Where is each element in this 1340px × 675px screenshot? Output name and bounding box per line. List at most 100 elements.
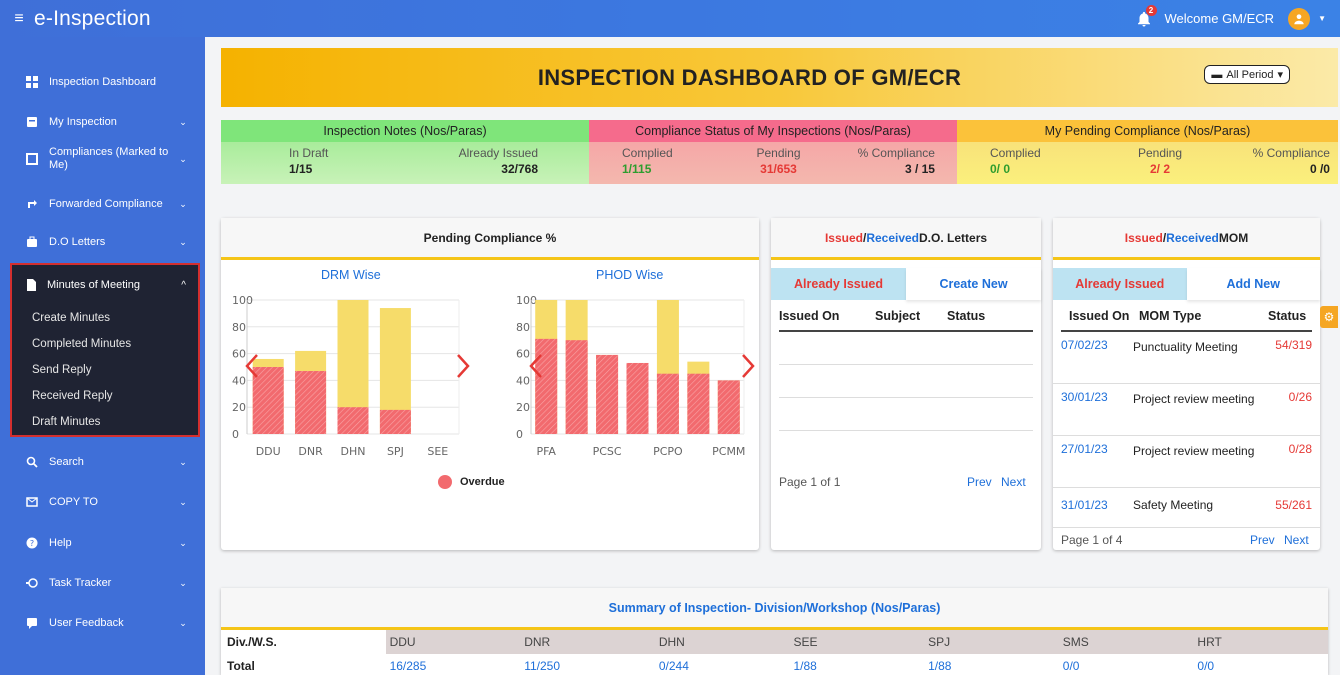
phod-wise-title: PHOD Wise: [596, 268, 664, 282]
table-row[interactable]: 27/01/23 Project review meeting 0/28: [1053, 436, 1320, 488]
stat-percent-compliance[interactable]: % Compliance 3 / 15: [833, 142, 957, 184]
period-dropdown[interactable]: ▬ All Period ▾: [1204, 65, 1290, 84]
column-header: DHN: [658, 635, 685, 649]
card-title: Issued / Received D.O. Letters: [771, 218, 1041, 260]
submenu-send-reply[interactable]: Send Reply: [12, 357, 198, 383]
chevron-down-icon: ⌄: [179, 198, 187, 209]
sidebar-item-search[interactable]: Search ⌄: [0, 452, 205, 472]
summary-cell[interactable]: 1/88: [924, 659, 1059, 673]
sidebar-item-compliances[interactable]: Compliances (Marked to Me) ⌄: [0, 145, 205, 173]
submenu-draft-minutes[interactable]: Draft Minutes: [12, 409, 198, 435]
user-menu-caret-icon[interactable]: ▼: [1318, 14, 1326, 23]
tab-create-new[interactable]: Create New: [906, 268, 1041, 300]
summary-cell[interactable]: 16/285: [386, 659, 521, 673]
chart-legend: Overdue: [438, 475, 505, 489]
mom-date[interactable]: 27/01/23: [1061, 442, 1123, 456]
title-issued: Issued: [824, 230, 863, 245]
stat-percent-compliance[interactable]: % Compliance 0 /0: [1219, 142, 1338, 184]
sidebar-item-forwarded-compliance[interactable]: Forwarded Compliance ⌄: [0, 194, 205, 214]
mom-next-link[interactable]: Next: [1284, 533, 1309, 547]
stat-label: Complied: [622, 146, 673, 160]
table-row[interactable]: 30/01/23 Project review meeting 0/26: [1053, 384, 1320, 436]
stat-pending[interactable]: Pending 2/ 2: [1101, 142, 1218, 184]
drm-wise-title: DRM Wise: [321, 268, 381, 282]
summary-cell[interactable]: 1/88: [789, 659, 924, 673]
card-title: Issued / Received MOM: [1053, 218, 1320, 260]
stat-complied[interactable]: Complied 0/ 0: [957, 142, 1101, 184]
stat-in-draft[interactable]: In Draft 1/15: [221, 142, 414, 184]
summary-cell[interactable]: 0/244: [655, 659, 790, 673]
sidebar: Inspection Dashboard My Inspection ⌄ Com…: [0, 37, 205, 675]
table-row: [779, 365, 1033, 398]
column-header: Status: [947, 309, 986, 323]
legend-label: Overdue: [460, 476, 505, 488]
mom-prev-link[interactable]: Prev: [1250, 533, 1275, 547]
sidebar-item-user-feedback[interactable]: User Feedback ⌄: [0, 613, 205, 633]
stat-pending[interactable]: Pending 31/653: [724, 142, 832, 184]
mom-type: Safety Meeting: [1133, 498, 1214, 512]
mom-status[interactable]: 0/28: [1262, 442, 1312, 456]
submenu-create-minutes[interactable]: Create Minutes: [12, 305, 198, 331]
settings-gear-icon[interactable]: ⚙: [1320, 306, 1338, 328]
column-header: Issued On: [779, 309, 840, 323]
sidebar-item-my-inspection[interactable]: My Inspection ⌄: [0, 112, 205, 132]
overdue-legend-swatch: [438, 475, 452, 489]
table-row[interactable]: 31/01/23 Safety Meeting 55/261: [1053, 488, 1320, 528]
sidebar-item-help[interactable]: ? Help ⌄: [0, 533, 205, 553]
mom-status[interactable]: 0/26: [1262, 390, 1312, 404]
summary-cell[interactable]: 0/0: [1193, 659, 1328, 673]
chevron-down-icon: ⌄: [179, 153, 187, 164]
stat-value: 1/15: [289, 162, 313, 176]
mom-date[interactable]: 30/01/23: [1061, 390, 1123, 404]
stat-already-issued[interactable]: Already Issued 32/768: [414, 142, 590, 184]
stat-label: Pending: [756, 146, 801, 160]
sidebar-item-inspection-dashboard[interactable]: Inspection Dashboard: [0, 72, 205, 92]
table-row[interactable]: 07/02/23 Punctuality Meeting 54/319: [1053, 332, 1320, 384]
column-header: DNR: [524, 635, 551, 649]
stat-title: My Pending Compliance (Nos/Paras): [957, 120, 1338, 142]
mom-type: Project review meeting: [1133, 392, 1255, 406]
do-letters-card: Issued / Received D.O. Letters Already Iss…: [771, 218, 1041, 550]
document-icon: [27, 279, 36, 291]
square-icon: [25, 152, 39, 166]
stat-title: Inspection Notes (Nos/Paras): [221, 120, 589, 142]
sidebar-item-copy-to[interactable]: COPY TO ⌄: [0, 492, 205, 512]
chevron-down-icon: ⌄: [179, 236, 187, 247]
mom-type: Project review meeting: [1133, 444, 1255, 458]
stat-complied[interactable]: Complied 1/115: [589, 142, 724, 184]
submenu-completed-minutes[interactable]: Completed Minutes: [12, 331, 198, 357]
summary-cell[interactable]: 0/0: [1059, 659, 1194, 673]
chevron-down-icon: ⌄: [179, 617, 187, 628]
mom-type: Punctuality Meeting: [1133, 340, 1238, 354]
sidebar-item-label: User Feedback: [49, 616, 124, 629]
summary-cell[interactable]: 11/250: [520, 659, 655, 673]
title-received: Received: [1166, 230, 1219, 245]
sidebar-item-task-tracker[interactable]: Task Tracker ⌄: [0, 573, 205, 593]
pending-compliance-card: Pending Compliance %: [221, 218, 759, 550]
dashboard-banner: INSPECTION DASHBOARD OF GM/ECR ▬ All Per…: [221, 48, 1338, 107]
dashboard-icon: [25, 75, 39, 89]
mom-status[interactable]: 55/261: [1262, 498, 1312, 512]
submenu-received-reply[interactable]: Received Reply: [12, 383, 198, 409]
chevron-up-icon: ^: [181, 279, 186, 291]
stat-value: 3 / 15: [904, 162, 935, 176]
tab-add-new[interactable]: Add New: [1186, 268, 1320, 300]
sidebar-item-do-letters[interactable]: D.O Letters ⌄: [0, 232, 205, 252]
envelope-icon: [25, 495, 39, 509]
chevron-down-icon: ⌄: [179, 577, 187, 588]
stat-label: Complied: [990, 146, 1041, 160]
tab-already-issued[interactable]: Already Issued: [1053, 268, 1187, 300]
chevron-down-icon: ▾: [1277, 69, 1283, 81]
tab-already-issued[interactable]: Already Issued: [771, 268, 906, 300]
do-next-link[interactable]: Next: [1001, 475, 1026, 489]
user-avatar-icon[interactable]: [1288, 7, 1311, 30]
stat-label: % Compliance: [1252, 146, 1330, 160]
summary-card: Summary of Inspection- Division/Workshop…: [221, 588, 1328, 675]
mom-date[interactable]: 31/01/23: [1061, 498, 1123, 512]
sidebar-item-minutes-of-meeting[interactable]: Minutes of Meeting ^: [12, 265, 198, 305]
notification-bell-icon[interactable]: 2: [1135, 4, 1157, 28]
do-prev-link[interactable]: Prev: [967, 475, 992, 489]
hamburger-menu-icon[interactable]: ≡: [4, 10, 34, 28]
mom-status[interactable]: 54/319: [1262, 338, 1312, 352]
mom-date[interactable]: 07/02/23: [1061, 338, 1123, 352]
